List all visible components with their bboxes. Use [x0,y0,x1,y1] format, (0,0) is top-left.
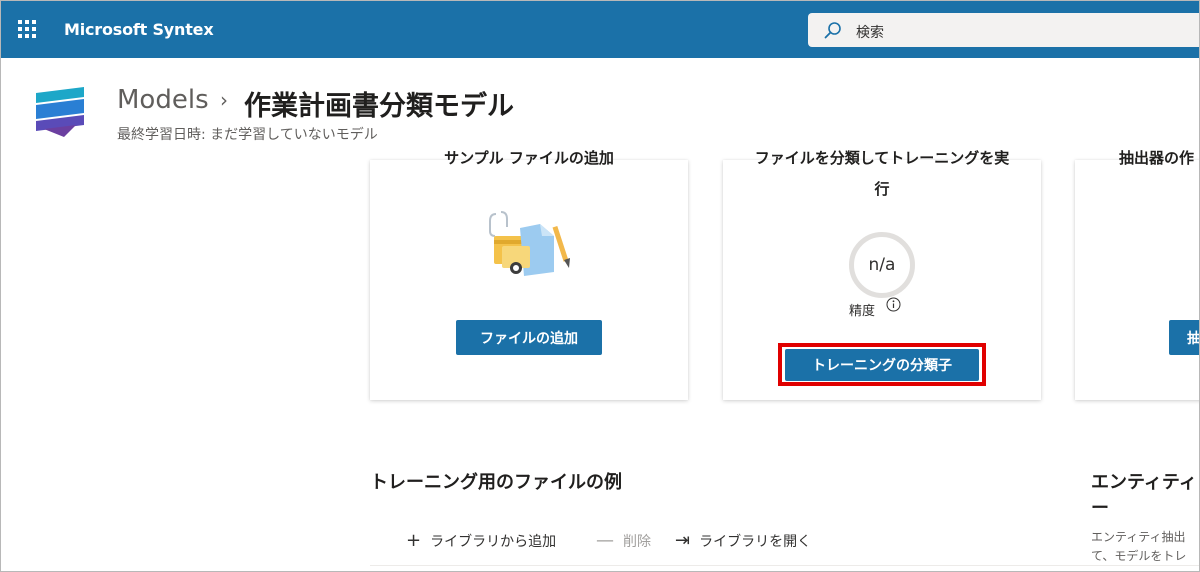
add-from-library-button[interactable]: + ライブラリから追加 [406,530,556,551]
entity-section-title: エンティティー [1091,472,1197,519]
card-title: サンプル ファイルの追加 [444,149,614,167]
divider [370,565,1200,566]
accuracy-value: n/a [868,255,896,275]
breadcrumb-separator: › [220,88,228,112]
search-input[interactable]: 検索 [808,13,1200,47]
training-files-section-title: トレーニング用のファイルの例 [370,472,622,493]
delete-label: 削除 [623,533,651,550]
plus-icon: + [406,530,422,551]
add-files-button[interactable]: ファイルの追加 [456,320,602,355]
accuracy-ring: n/a [849,232,915,298]
card-title-line2: 行 [874,180,890,198]
app-launcher-icon[interactable] [18,20,36,38]
syntex-logo-icon [36,87,84,137]
train-classifier-button[interactable]: トレーニングの分類子 [785,349,979,381]
delete-button[interactable]: — 削除 [596,530,651,551]
add-sample-files-card: サンプル ファイルの追加 ファイルの追加 [370,149,688,400]
train-classifier-card: ファイルを分類してトレーニングを実 行 n/a 精度 トレーニングの分類子 [723,149,1041,400]
create-extractor-button[interactable]: 抽 [1169,320,1200,355]
accuracy-label: 精度 [849,304,876,319]
open-library-button[interactable]: ⇥ ライブラリを開く [675,530,811,551]
page-subtitle: 最終学習日時: まだ学習していないモデル [117,127,378,143]
arrow-right-to-bar-icon: ⇥ [675,530,691,551]
card-title: 抽出器の作 [1119,149,1195,167]
documents-illustration-icon [489,211,570,276]
app-name[interactable]: Microsoft Syntex [64,20,214,39]
card-title-line1: ファイルを分類してトレーニングを実 [754,149,1010,167]
create-extractor-card: 抽出器の作 抽 [1075,149,1200,400]
entity-description-line1: エンティティ抽出 [1091,530,1186,544]
app-bar: Microsoft Syntex 検索 [0,0,1200,58]
search-placeholder: 検索 [856,25,884,41]
add-from-library-label: ライブラリから追加 [430,533,557,550]
open-library-label: ライブラリを開く [699,533,812,550]
info-icon[interactable] [886,297,901,312]
search-icon [824,22,841,39]
minus-icon: — [596,530,614,551]
breadcrumb-models[interactable]: Models [117,85,209,115]
entity-description-line2: て、モデルをトレ [1091,549,1187,563]
page-title: 作業計画書分類モデル [244,91,514,122]
